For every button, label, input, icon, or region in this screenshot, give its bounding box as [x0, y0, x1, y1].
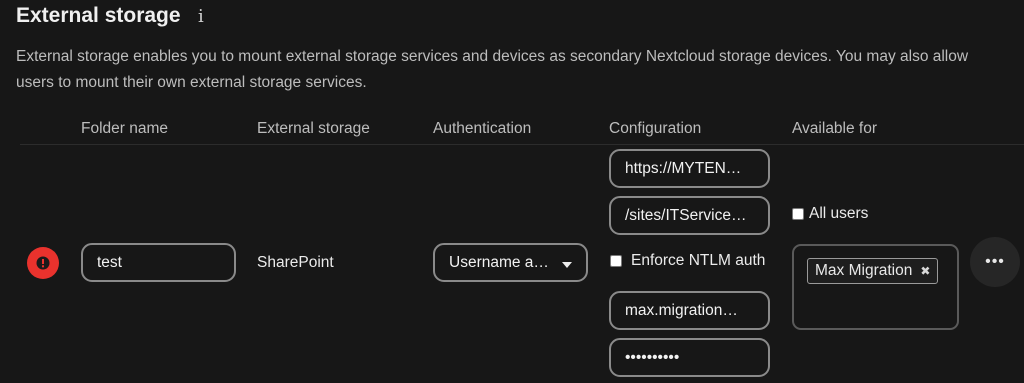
- config-user-value: max.migration…: [625, 301, 738, 319]
- folder-name-input[interactable]: test: [81, 243, 236, 282]
- user-tag-label: Max Migration: [815, 262, 913, 279]
- more-actions-icon[interactable]: •••: [970, 237, 1020, 287]
- storage-type-label: SharePoint: [257, 254, 334, 271]
- authentication-select[interactable]: Username a…: [433, 243, 588, 282]
- all-users-label: All users: [809, 205, 869, 222]
- config-user-input[interactable]: max.migration…: [609, 291, 770, 330]
- authentication-value: Username a…: [449, 253, 549, 271]
- config-share-value: /sites/ITServices…: [625, 206, 754, 224]
- ntlm-checkbox[interactable]: [610, 255, 622, 267]
- column-header-authentication: Authentication: [433, 120, 532, 137]
- column-header-available-for: Available for: [792, 120, 878, 137]
- close-icon[interactable]: ✖: [920, 264, 930, 278]
- column-header-folder-name: Folder name: [81, 120, 169, 137]
- user-tag: Max Migration ✖: [807, 258, 939, 284]
- config-host-input[interactable]: https://MYTEN…: [609, 149, 770, 188]
- config-share-input[interactable]: /sites/ITServices…: [609, 196, 770, 235]
- section-description: External storage enables you to mount ex…: [16, 48, 969, 91]
- all-users-checkbox[interactable]: [792, 208, 804, 220]
- chevron-down-icon: [562, 262, 572, 268]
- section-title: External storage: [16, 4, 181, 27]
- ntlm-label: Enforce NTLM auth: [631, 252, 766, 269]
- header-divider: [20, 144, 1024, 145]
- folder-name-value: test: [97, 253, 122, 271]
- config-password-value: ••••••••••: [625, 348, 680, 366]
- column-header-external-storage: External storage: [257, 120, 370, 137]
- available-for-select[interactable]: Max Migration ✖: [792, 244, 959, 330]
- exclamation-mark: [36, 256, 50, 270]
- info-icon[interactable]: i: [198, 6, 204, 27]
- error-icon[interactable]: [27, 247, 59, 279]
- config-password-input[interactable]: ••••••••••: [609, 338, 770, 377]
- column-header-configuration: Configuration: [609, 120, 702, 137]
- config-host-value: https://MYTEN…: [625, 159, 742, 177]
